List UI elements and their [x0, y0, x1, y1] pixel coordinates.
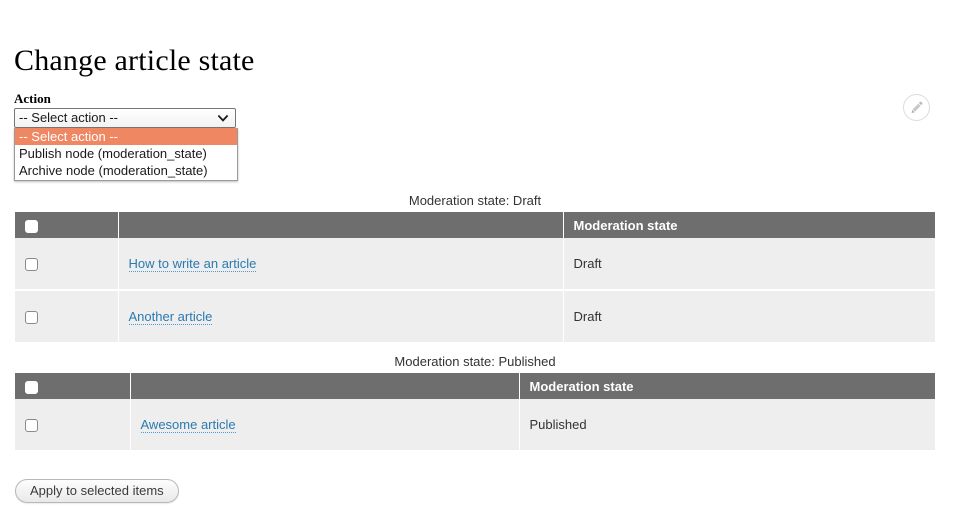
page-title: Change article state — [14, 44, 255, 77]
moderation-table-draft: Moderation state How to write an article… — [15, 212, 935, 342]
action-select-options[interactable]: -- Select action -- Publish node (modera… — [14, 128, 238, 181]
table-row: Awesome article Published — [15, 399, 935, 450]
row-select-cell — [15, 238, 119, 291]
action-label: Action — [14, 91, 51, 106]
table-row: Another article Draft — [15, 290, 935, 342]
action-select[interactable]: -- Select action -- — [14, 108, 236, 128]
select-all-checkbox[interactable] — [25, 219, 38, 233]
chevron-down-icon — [217, 112, 229, 124]
row-checkbox[interactable] — [25, 258, 38, 272]
row-select-cell — [15, 399, 131, 450]
row-title-cell: Awesome article — [130, 399, 520, 450]
row-title-cell: How to write an article — [118, 238, 564, 291]
row-select-cell — [15, 290, 119, 342]
title-header — [118, 212, 564, 238]
article-link[interactable]: How to write an article — [128, 256, 257, 272]
table-row: How to write an article Draft — [15, 238, 935, 291]
row-title-cell: Another article — [118, 290, 564, 342]
table-caption-draft: Moderation state: Draft — [408, 193, 542, 208]
pencil-icon — [909, 100, 924, 115]
select-all-checkbox[interactable] — [25, 380, 38, 394]
row-state-cell: Draft — [563, 238, 935, 291]
article-link[interactable]: Awesome article — [140, 417, 236, 433]
moderation-table-published: Moderation state Awesome article Publish… — [15, 373, 935, 450]
moderation-state-header: Moderation state — [519, 373, 935, 399]
action-select-wrapper: -- Select action -- — [14, 108, 236, 128]
table-header-row: Moderation state — [15, 373, 935, 399]
option-publish-node[interactable]: Publish node (moderation_state) — [15, 145, 237, 162]
action-select-value: -- Select action -- — [19, 110, 118, 125]
option-select-action[interactable]: -- Select action -- — [15, 128, 237, 145]
row-state-cell: Draft — [563, 290, 935, 342]
article-link[interactable]: Another article — [128, 309, 213, 325]
table-block-draft: Moderation state: Draft Moderation state — [15, 193, 935, 342]
contextual-edit-button[interactable] — [903, 94, 930, 121]
apply-to-selected-items-button[interactable]: Apply to selected items — [15, 479, 179, 503]
table-block-published: Moderation state: Published Moderation s… — [15, 354, 935, 450]
table-caption-published: Moderation state: Published — [394, 354, 556, 369]
row-checkbox[interactable] — [25, 419, 38, 433]
row-checkbox[interactable] — [25, 311, 38, 325]
moderation-state-header: Moderation state — [563, 212, 935, 238]
select-all-header — [15, 212, 119, 238]
title-header — [130, 373, 520, 399]
select-all-header — [15, 373, 131, 399]
row-state-cell: Published — [519, 399, 935, 450]
table-header-row: Moderation state — [15, 212, 935, 238]
option-archive-node[interactable]: Archive node (moderation_state) — [15, 162, 237, 179]
